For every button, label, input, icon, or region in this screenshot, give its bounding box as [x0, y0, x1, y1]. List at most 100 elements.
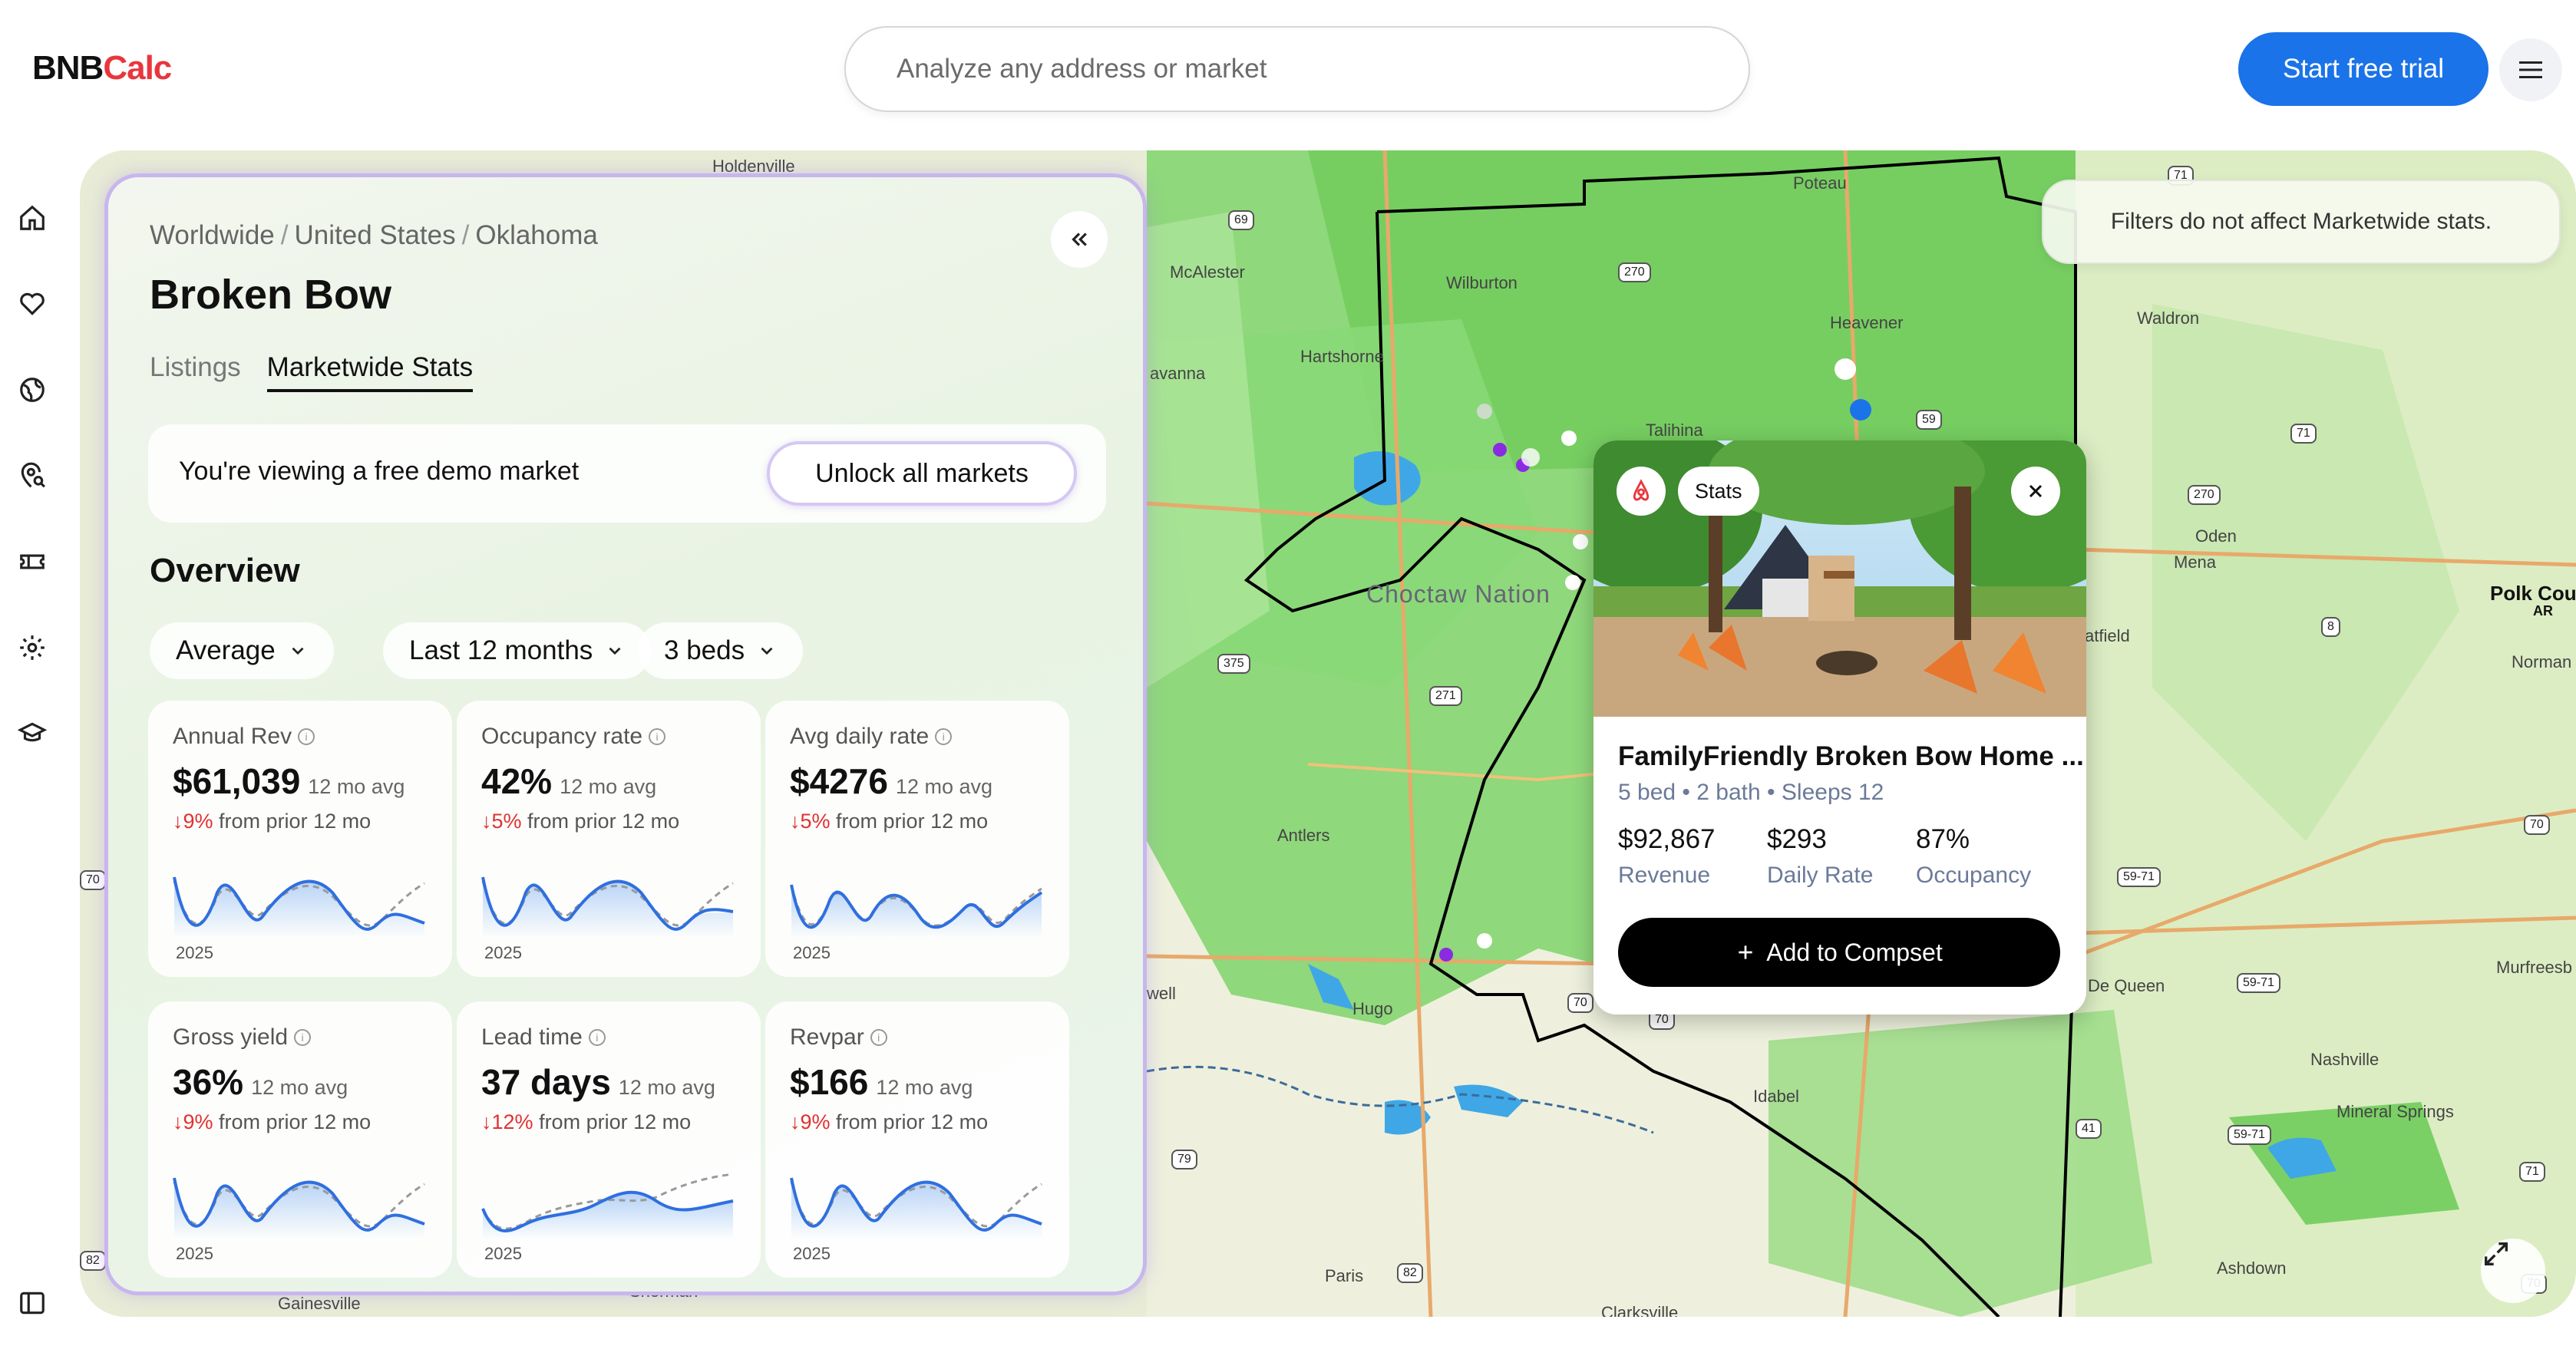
stat-card-revpar[interactable]: Revpar i $166 12 mo avg ↓9% from prior 12 …	[765, 1001, 1069, 1278]
map-label-mena: Mena	[2174, 553, 2217, 572]
stat-avg-label: 12 mo avg	[618, 1076, 715, 1099]
info-icon[interactable]: i	[935, 728, 953, 745]
info-icon[interactable]: i	[870, 1029, 887, 1046]
stat-value: $166 12 mo avg	[790, 1061, 973, 1103]
plus-icon	[1739, 945, 1752, 959]
chart-year-label: 2025	[793, 943, 831, 962]
stats-button[interactable]: Stats	[1678, 467, 1759, 516]
location-search-icon[interactable]	[15, 459, 49, 493]
start-free-trial-button[interactable]: Start free trial	[2238, 32, 2488, 106]
stat-avg-label: 12 mo avg	[308, 775, 405, 798]
heart-icon[interactable]	[15, 287, 49, 321]
metric-type-dropdown[interactable]: Average	[150, 622, 334, 679]
search-bar[interactable]	[844, 26, 1750, 112]
hamburger-menu-button[interactable]	[2499, 38, 2562, 101]
metric-value: $92,867	[1618, 824, 1716, 854]
listing-popup-card[interactable]: Stats FamilyFriendly Broken Bow Home ...…	[1593, 440, 2086, 1014]
ticket-icon[interactable]	[15, 545, 49, 579]
sparkline-chart	[173, 876, 425, 939]
bedrooms-dropdown[interactable]: 3 beds	[638, 622, 804, 679]
route-shield: 59-71	[2117, 867, 2161, 887]
chart-year-label: 2025	[793, 1244, 831, 1263]
map-label-poteau: Poteau	[1793, 173, 1847, 193]
stat-label-text: Revpar	[790, 1024, 864, 1050]
globe-icon[interactable]	[15, 373, 49, 407]
stat-label-text: Gross yield	[173, 1024, 289, 1050]
market-stats-panel: Worldwide / United States / Oklahoma Broken …	[104, 173, 1147, 1295]
breadcrumb-united-states[interactable]: United States	[294, 220, 455, 250]
route-shield: 59	[1916, 410, 1942, 430]
map-label-polk-county: Polk Cou	[2490, 582, 2576, 605]
stat-avg-label: 12 mo avg	[876, 1076, 973, 1099]
info-icon[interactable]: i	[294, 1029, 312, 1046]
stat-card-label: Occupancy rate i	[481, 724, 666, 750]
stat-change: ↓5% from prior 12 mo	[790, 810, 988, 833]
stat-label-text: Annual Rev	[173, 724, 292, 749]
stat-change-pct: ↓9%	[790, 1110, 831, 1133]
stat-card-annual-rev[interactable]: Annual Rev i $61,039 12 mo avg ↓9% from pr…	[148, 701, 452, 977]
home-icon[interactable]	[15, 201, 49, 235]
listing-title[interactable]: FamilyFriendly Broken Bow Home ...	[1618, 741, 2084, 772]
stat-card-occupancy-rate[interactable]: Occupancy rate i 42% 12 mo avg ↓5% from pr…	[457, 701, 761, 977]
expand-map-button[interactable]	[2481, 1239, 2545, 1303]
brand-logo[interactable]: BNBCalc	[32, 49, 172, 87]
add-to-compset-button[interactable]: Add to Compset	[1618, 918, 2060, 987]
close-icon	[2029, 484, 2043, 498]
close-popup-button[interactable]	[2011, 467, 2060, 516]
stat-value-text: 36%	[173, 1062, 244, 1102]
collapse-panel-button[interactable]	[1051, 211, 1108, 268]
listing-sleeps: Sleeps 12	[1781, 780, 1884, 805]
stat-value: 37 days 12 mo avg	[481, 1061, 715, 1103]
add-to-compset-label: Add to Compset	[1766, 938, 1943, 966]
stat-value-text: $4276	[790, 761, 888, 801]
tab-marketwide-stats[interactable]: Marketwide Stats	[266, 352, 474, 392]
sparkline-chart	[481, 1173, 734, 1239]
listing-metric-occupancy: 87% Occupancy	[1916, 824, 2031, 889]
map-label-antlers: Antlers	[1277, 826, 1330, 845]
time-range-value: Last 12 months	[409, 635, 593, 665]
route-shield: 375	[1217, 654, 1250, 674]
route-shield: 79	[1171, 1150, 1197, 1170]
listing-beds: 5 bed	[1618, 780, 1676, 805]
airbnb-link-button[interactable]	[1617, 467, 1666, 516]
stat-change-pct: ↓9%	[173, 1110, 213, 1133]
info-icon[interactable]: i	[649, 728, 666, 745]
map-label-hugo: Hugo	[1352, 999, 1393, 1018]
graduation-cap-icon[interactable]	[15, 717, 49, 751]
map-label-murfreesboro: Murfreesb	[2496, 958, 2573, 977]
stat-card-lead-time[interactable]: Lead time i 37 days 12 mo avg ↓12% from pr…	[457, 1001, 761, 1278]
stat-change: ↓9% from prior 12 mo	[790, 1110, 988, 1134]
breadcrumb-worldwide[interactable]: Worldwide	[150, 220, 275, 250]
info-icon[interactable]: i	[588, 1029, 606, 1046]
tab-listings[interactable]: Listings	[150, 352, 241, 392]
info-icon[interactable]: i	[298, 728, 315, 745]
stat-change-text: from prior 12 mo	[219, 1110, 372, 1133]
route-shield: 71	[2519, 1162, 2545, 1182]
stat-change-text: from prior 12 mo	[836, 1110, 989, 1133]
map-label-mineral-springs: Mineral Springs	[2337, 1102, 2454, 1121]
search-input[interactable]	[846, 28, 1749, 111]
bedrooms-value: 3 beds	[664, 635, 745, 665]
gear-icon[interactable]	[15, 631, 49, 665]
route-shield: 270	[1618, 262, 1651, 282]
demo-market-banner: You're viewing a free demo market Unlock…	[148, 424, 1106, 523]
map-label-heavener: Heavener	[1830, 313, 1904, 332]
stat-card-avg-daily-rate[interactable]: Avg daily rate i $4276 12 mo avg ↓5% from …	[765, 701, 1069, 977]
map-label-idabel: Idabel	[1753, 1087, 1799, 1106]
route-shield: 70	[1567, 993, 1593, 1013]
time-range-dropdown[interactable]: Last 12 months	[383, 622, 652, 679]
map-label-talihina: Talihina	[1646, 421, 1703, 440]
stat-change-text: from prior 12 mo	[219, 810, 372, 833]
metric-label: Occupancy	[1916, 863, 2032, 888]
sidebar-toggle-icon[interactable]	[15, 1286, 49, 1320]
stat-avg-label: 12 mo avg	[895, 775, 992, 798]
listing-metric-revenue: $92,867 Revenue	[1618, 824, 1716, 889]
stat-card-gross-yield[interactable]: Gross yield i 36% 12 mo avg ↓9% from prior…	[148, 1001, 452, 1278]
breadcrumb-oklahoma[interactable]: Oklahoma	[475, 220, 598, 250]
stat-change: ↓5% from prior 12 mo	[481, 810, 679, 833]
stat-card-label: Gross yield i	[173, 1024, 312, 1051]
top-header: BNBCalc Start free trial	[0, 0, 2576, 138]
map-label-choctaw-nation: Choctaw Nation	[1366, 580, 1551, 608]
overview-heading: Overview	[150, 552, 300, 589]
unlock-all-markets-button[interactable]: Unlock all markets	[767, 441, 1077, 506]
